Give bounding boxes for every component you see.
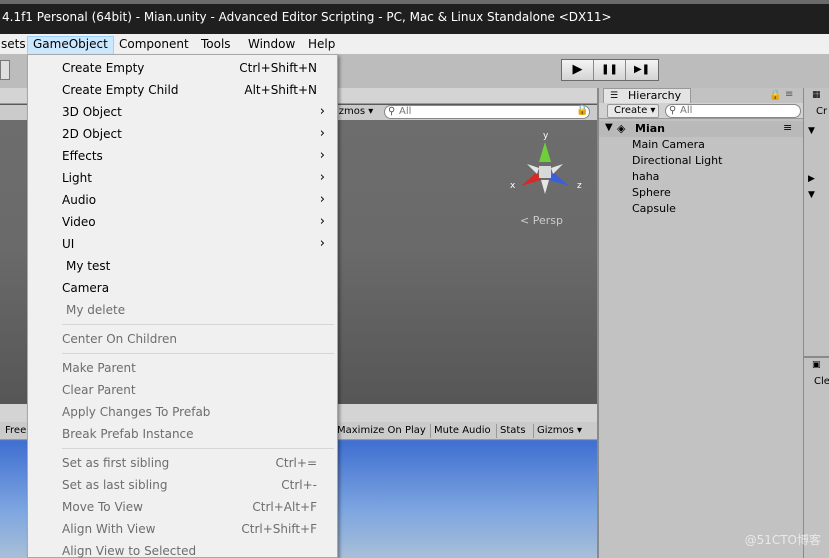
menu-item-align-with-view[interactable]: Align With View Ctrl+Shift+F (28, 518, 337, 540)
chevron-right-icon: › (319, 170, 325, 185)
maximize-on-play-toggle[interactable]: Maximize On Play (333, 424, 429, 438)
title-bar-strip (0, 0, 829, 4)
window-title: 4.1f1 Personal (64bit) - Mian.unity - Ad… (2, 10, 612, 24)
menu-item-light[interactable]: Light › (28, 167, 337, 189)
pause-button[interactable]: ❚❚ (594, 60, 626, 80)
hierarchy-item-haha[interactable]: haha (632, 170, 659, 183)
aspect-free-dropdown[interactable]: Free (2, 424, 29, 438)
scene-root-name: Mian (635, 122, 665, 135)
project-panel-partial: ▦ Cr ▼ ▶ ▼ ▣ Cle (803, 88, 829, 558)
menu-tools[interactable]: Tools (196, 36, 236, 54)
hierarchy-item-capsule[interactable]: Capsule (632, 202, 676, 215)
menu-item-clear-parent[interactable]: Clear Parent (28, 379, 337, 401)
gizmo-x-label: x (510, 181, 516, 191)
expand-triangle-icon[interactable]: ▼ (605, 122, 613, 133)
menu-item-audio[interactable]: Audio › (28, 189, 337, 211)
hierarchy-create-dropdown[interactable]: Create ▾ (607, 104, 659, 118)
hierarchy-item-directional-light[interactable]: Directional Light (632, 154, 722, 167)
menu-item-video[interactable]: Video › (28, 211, 337, 233)
menu-item-create-empty[interactable]: Create Empty Ctrl+Shift+N (28, 57, 337, 79)
hierarchy-tab[interactable]: ☰ Hierarchy (603, 88, 691, 103)
console-icon: ▣ (812, 360, 821, 370)
menu-item-center-on-children[interactable]: Center On Children (28, 328, 337, 350)
menu-window[interactable]: Window (243, 36, 300, 54)
gizmo-y-cone[interactable] (539, 142, 551, 162)
menu-item-make-parent[interactable]: Make Parent (28, 357, 337, 379)
scene-gizmos-dropdown[interactable]: izmos ▾ (336, 106, 373, 117)
menu-item-apply-changes-to-prefab[interactable]: Apply Changes To Prefab (28, 401, 337, 423)
scene-options-icon[interactable]: ≡ (783, 121, 792, 134)
scene-root-row[interactable]: ▼ ◈ Mian ≡ (599, 121, 805, 137)
unity-logo-icon: ◈ (617, 122, 626, 135)
panel-menu-icon[interactable]: ≡ (785, 89, 793, 100)
title-bar: 4.1f1 Personal (64bit) - Mian.unity - Ad… (0, 0, 829, 34)
chevron-right-icon: › (319, 192, 325, 207)
play-button[interactable]: ▶ (562, 60, 594, 80)
menu-separator (62, 324, 334, 325)
menu-item-ui[interactable]: UI › (28, 233, 337, 255)
menu-item-2d-object[interactable]: 2D Object › (28, 123, 337, 145)
stats-toggle[interactable]: Stats (496, 424, 529, 438)
scene-orientation-gizmo[interactable]: y x z (505, 128, 585, 208)
search-icon: ⚲ (388, 106, 396, 117)
play-controls: ▶ ❚❚ ▶❚ (561, 59, 659, 81)
watermark: @51CTO博客 (744, 533, 821, 547)
expand-triangle-icon[interactable]: ▼ (808, 126, 815, 136)
chevron-right-icon: › (319, 148, 325, 163)
menu-help[interactable]: Help (303, 36, 340, 54)
hierarchy-item-main-camera[interactable]: Main Camera (632, 138, 705, 151)
chevron-right-icon: › (319, 126, 325, 141)
console-clear-button[interactable]: Cle (814, 376, 829, 387)
menu-item-create-empty-child[interactable]: Create Empty Child Alt+Shift+N (28, 79, 337, 101)
menu-item-set-as-first-sibling[interactable]: Set as first sibling Ctrl+= (28, 452, 337, 474)
menu-item-break-prefab-instance[interactable]: Break Prefab Instance (28, 423, 337, 445)
menu-separator (62, 448, 334, 449)
folder-icon: ▦ (812, 90, 821, 100)
menu-item-my-test[interactable]: My test (28, 255, 337, 277)
menu-component[interactable]: Component (114, 36, 194, 54)
search-icon: ⚲ (669, 105, 677, 116)
hierarchy-toolbar: Create ▾ ⚲ All (599, 103, 805, 119)
expand-triangle-icon[interactable]: ▼ (808, 190, 815, 200)
menu-item-move-to-view[interactable]: Move To View Ctrl+Alt+F (28, 496, 337, 518)
chevron-right-icon: › (319, 104, 325, 119)
gizmo-z-cone[interactable] (549, 172, 569, 186)
gizmo-x-cone[interactable] (521, 172, 541, 186)
transform-tool-button[interactable] (0, 60, 10, 80)
chevron-right-icon: › (319, 236, 325, 251)
gizmo-y-label: y (543, 131, 549, 141)
lock-icon[interactable]: 🔒 (576, 105, 588, 116)
hierarchy-search-input[interactable]: ⚲ All (665, 104, 801, 118)
list-icon: ☰ (610, 91, 619, 101)
gizmo-z-label: z (577, 181, 582, 191)
menu-separator (62, 353, 334, 354)
menu-item-camera[interactable]: Camera (28, 277, 337, 299)
chevron-right-icon: › (319, 214, 325, 229)
menu-item-align-view-to-selected[interactable]: Align View to Selected (28, 540, 337, 558)
menu-assets[interactable]: sets (0, 36, 31, 54)
step-button[interactable]: ▶❚ (626, 60, 658, 80)
menu-item-3d-object[interactable]: 3D Object › (28, 101, 337, 123)
menu-gameobject[interactable]: GameObject (27, 36, 114, 54)
menu-item-effects[interactable]: Effects › (28, 145, 337, 167)
hierarchy-item-sphere[interactable]: Sphere (632, 186, 671, 199)
console-panel-partial: ▣ Cle (804, 356, 829, 558)
collapse-triangle-icon[interactable]: ▶ (808, 174, 815, 184)
hierarchy-panel: ☰ Hierarchy 🔒 ≡ Create ▾ ⚲ All ▼ ◈ Mian ≡… (597, 88, 805, 558)
menu-item-set-as-last-sibling[interactable]: Set as last sibling Ctrl+- (28, 474, 337, 496)
project-create-button[interactable]: Cr (816, 106, 827, 117)
mute-audio-toggle[interactable]: Mute Audio (430, 424, 494, 438)
menu-bar: sets GameObject Component Tools Window H… (0, 34, 829, 54)
scene-search-input[interactable]: ⚲ All (384, 105, 590, 119)
game-gizmos-dropdown[interactable]: Gizmos ▾ (533, 424, 585, 438)
menu-item-my-delete[interactable]: My delete (28, 299, 337, 321)
gameobject-dropdown-menu: Create Empty Ctrl+Shift+N Create Empty Ch… (27, 54, 338, 558)
lock-icon[interactable]: 🔒 (769, 90, 781, 101)
persp-label[interactable]: < Persp (520, 214, 563, 227)
